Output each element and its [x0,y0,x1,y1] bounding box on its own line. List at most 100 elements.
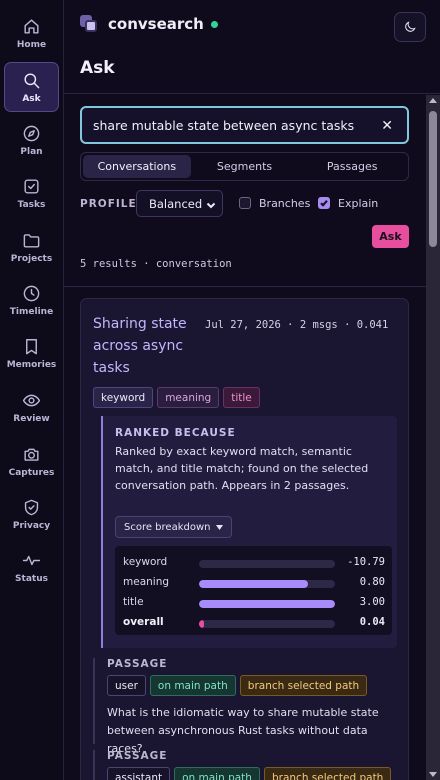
nav-label: Ask [22,93,41,104]
ask-button[interactable]: Ask [372,225,409,248]
nav-label: Captures [8,467,55,478]
nav-item-privacy[interactable]: Privacy [4,489,59,539]
profile-select[interactable]: Balanced [136,190,223,217]
role-badge: user [107,675,146,696]
results-divider [64,286,426,287]
ranked-because-panel: RANKED BECAUSE Ranked by exact keyword m… [101,416,397,648]
shield-check-icon [24,499,39,515]
scrollbar[interactable] [426,95,440,780]
nav-label: Projects [10,253,53,264]
passage[interactable]: PASSAGE user on main path branch selecte… [93,658,403,758]
scroll-down-arrow[interactable] [429,772,437,777]
passage-divider [93,750,95,780]
check-icon [320,200,328,207]
score-label: keyword [123,556,168,568]
passage[interactable]: PASSAGE assistant on main path branch se… [93,750,403,780]
profile-label: PROFILE [80,198,137,210]
camera-icon [24,448,39,461]
nav-item-timeline[interactable]: Timeline [4,275,59,325]
bookmark-icon [26,338,37,354]
passage-heading: PASSAGE [107,658,168,670]
explain-checkbox[interactable] [318,197,330,209]
explain-label[interactable]: Explain [338,197,378,210]
score-breakdown-toggle[interactable]: Score breakdown [115,516,232,538]
main-path-badge: on main path [174,767,260,780]
search-input-value[interactable]: share mutable state between async tasks [93,118,354,133]
folder-icon [23,233,40,248]
score-row-meaning: meaning 0.80 [123,573,385,593]
branches-label[interactable]: Branches [259,197,310,210]
score-value: 0.04 [359,616,385,628]
chip-title: title [223,387,260,408]
result-card[interactable]: Sharing state across async tasks Jul 27,… [80,298,409,780]
nav-item-captures[interactable]: Captures [4,436,59,486]
search-icon [24,72,40,88]
score-value: -10.79 [347,556,385,568]
clock-icon [23,285,40,301]
app-name: convsearch [108,15,204,33]
nav-item-status[interactable]: Status [4,542,59,592]
nav-label: Status [15,573,48,584]
nav-item-home[interactable]: Home [4,8,59,58]
result-title[interactable]: Sharing state across async tasks [93,313,203,379]
activity-icon [22,555,41,565]
passage-divider [93,658,95,744]
moon-icon [405,21,416,32]
nav-item-plan[interactable]: Plan [4,115,59,165]
score-track [199,620,335,628]
nav-item-ask[interactable]: Ask [4,62,59,112]
app-logo-icon [80,15,98,33]
score-track [199,580,335,588]
nav-label: Tasks [17,199,46,210]
caret-down-icon [216,525,223,530]
branch-badge: branch selected path [239,675,368,696]
branches-checkbox[interactable] [239,197,251,209]
scroll-up-arrow[interactable] [429,98,437,103]
clear-search-button[interactable]: ✕ [381,118,393,134]
score-row-overall: overall 0.04 [123,613,385,633]
score-value: 0.80 [359,576,385,588]
score-fill [199,620,205,628]
score-label: meaning [123,576,170,588]
scrollbar-thumb[interactable] [429,111,437,247]
checkbox-icon [24,178,39,194]
ranked-heading: RANKED BECAUSE [115,427,236,439]
score-breakdown-label: Score breakdown [124,521,211,533]
score-value: 3.00 [359,596,385,608]
result-meta: Jul 27, 2026 · 2 msgs · 0.041 [205,319,389,331]
nav-label: Timeline [9,306,54,317]
status-indicator [210,20,218,28]
brand: convsearch [80,15,218,33]
nav-item-review[interactable]: Review [4,382,59,432]
tab-conversations[interactable]: Conversations [83,155,191,178]
nav-label: Privacy [12,520,51,531]
header-divider [64,93,440,94]
score-row-title: title 3.00 [123,593,385,613]
tab-passages[interactable]: Passages [298,155,406,178]
score-fill [199,600,335,608]
nav-label: Home [16,39,47,50]
score-breakdown: keyword -10.79 meaning 0.80 title 3.00 o… [115,546,392,635]
search-input[interactable]: share mutable state between async tasks … [80,106,409,144]
page-title: Ask [80,58,115,78]
nav-item-projects[interactable]: Projects [4,222,59,272]
compass-icon [23,125,40,141]
passage-chips: assistant on main path branch selected p… [107,767,403,780]
score-row-keyword: keyword -10.79 [123,553,385,573]
main-path-badge: on main path [149,675,236,696]
scope-tabs: Conversations Segments Passages [80,152,409,181]
ranked-explanation: Ranked by exact keyword match, semantic … [115,445,369,492]
passage-chips: user on main path branch selected path [107,675,403,696]
score-fill [199,580,308,588]
branch-badge: branch selected path [263,767,392,780]
results-summary: 5 results · conversation [80,258,232,270]
profile-select-value: Balanced [149,196,203,211]
tab-segments[interactable]: Segments [191,155,299,178]
nav-item-tasks[interactable]: Tasks [4,168,59,218]
chevron-down-icon [206,202,216,209]
theme-toggle-button[interactable] [394,12,426,42]
chip-meaning: meaning [157,387,220,408]
nav-item-memories[interactable]: Memories [4,328,59,378]
score-label: overall [123,616,164,628]
eye-icon [22,394,41,406]
